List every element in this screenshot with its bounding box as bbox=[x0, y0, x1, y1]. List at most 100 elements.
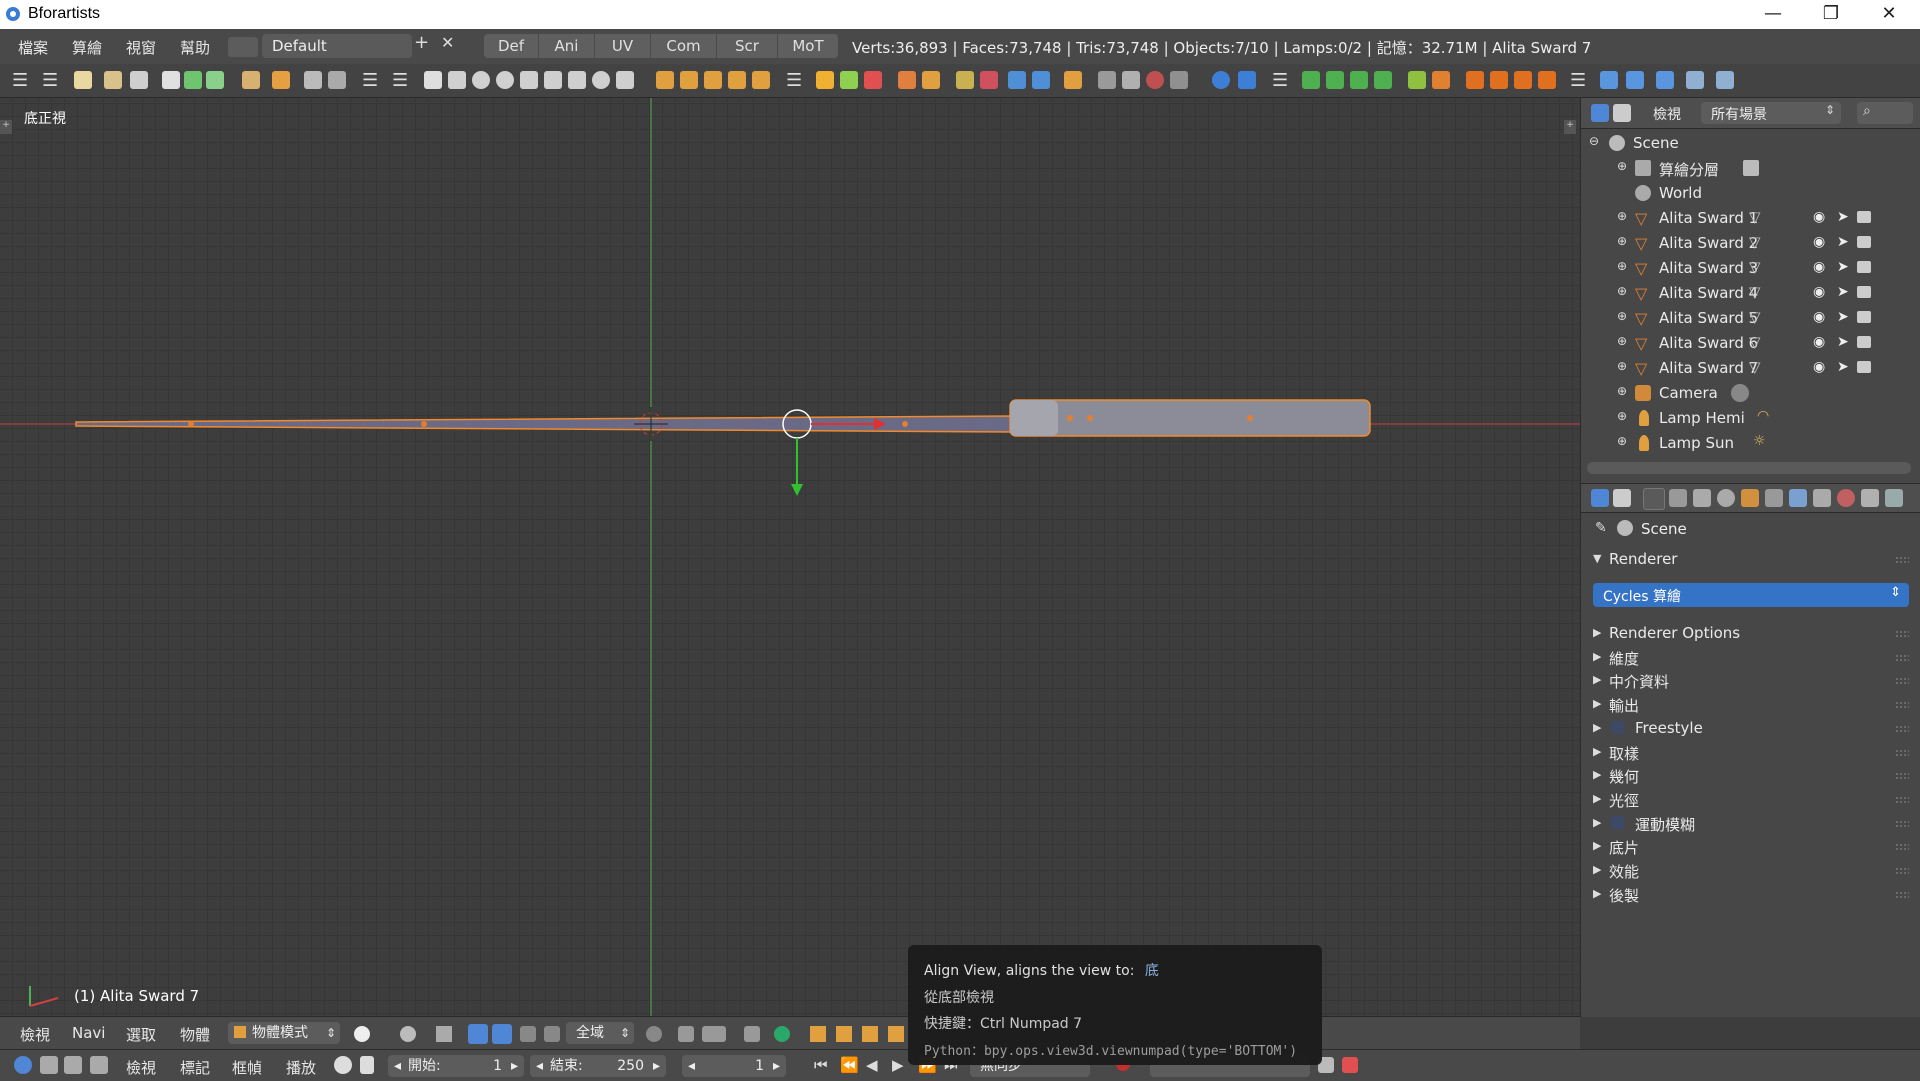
expand-icon[interactable]: ⊕ bbox=[1617, 334, 1627, 348]
graph-editor-icon[interactable] bbox=[40, 1056, 58, 1074]
expand-icon[interactable]: ⊕ bbox=[1617, 159, 1627, 173]
tab-mot[interactable]: MoT bbox=[778, 34, 838, 58]
selectable-cursor-icon[interactable]: ➤ bbox=[1837, 359, 1849, 375]
add-uv-sphere-icon[interactable] bbox=[496, 71, 514, 89]
viewport-menu-view[interactable]: 檢視 bbox=[20, 1024, 50, 1045]
add-ico-sphere-icon[interactable] bbox=[520, 71, 538, 89]
renderable-camera-icon[interactable] bbox=[1857, 286, 1871, 298]
transform-icon[interactable] bbox=[544, 1026, 560, 1042]
panel-collapsed[interactable]: ▶ 後製 bbox=[1581, 881, 1920, 910]
join-icon[interactable] bbox=[1064, 71, 1082, 89]
new-file-icon[interactable] bbox=[74, 71, 92, 89]
render-preview-icon[interactable] bbox=[774, 1026, 790, 1042]
expand-icon[interactable]: ⊕ bbox=[1617, 234, 1627, 248]
render-tab-icon[interactable] bbox=[1643, 488, 1665, 510]
panel-enable-checkbox[interactable] bbox=[1611, 720, 1624, 734]
outliner-scrollbar[interactable] bbox=[1587, 462, 1911, 474]
selectable-cursor-icon[interactable]: ➤ bbox=[1837, 234, 1849, 250]
separator-menu-icon[interactable]: ☰ bbox=[362, 70, 378, 91]
viewport-menu-navi[interactable]: Navi bbox=[72, 1024, 105, 1042]
particles-tab-icon[interactable] bbox=[1885, 489, 1903, 507]
add-empty-icon[interactable] bbox=[728, 71, 746, 89]
outliner-search-input[interactable]: ⌕ bbox=[1857, 102, 1913, 124]
visibility-eye-icon[interactable]: ◉ bbox=[1813, 259, 1825, 275]
group-add-icon[interactable] bbox=[840, 71, 858, 89]
menu-help[interactable]: 幫助 bbox=[180, 37, 210, 58]
outliner-item-render-layers[interactable]: ⊕ 算繪分層 bbox=[1581, 156, 1920, 181]
outliner-item-object[interactable]: ⊕ ▽ Alita Sward 7 ▽ ◉ ➤ bbox=[1581, 356, 1920, 381]
render-animation-icon[interactable] bbox=[328, 71, 346, 89]
panel-enable-checkbox[interactable] bbox=[1611, 815, 1624, 829]
expand-icon[interactable]: ⊕ bbox=[1617, 259, 1627, 273]
view-toggle-icon[interactable] bbox=[1686, 71, 1704, 89]
arrow-left-icon[interactable]: ◂ bbox=[394, 1055, 401, 1077]
object-tab-icon[interactable] bbox=[1741, 489, 1759, 507]
viewport-menu-object[interactable]: 物體 bbox=[180, 1024, 210, 1045]
menu-file[interactable]: 檔案 bbox=[18, 37, 48, 58]
jump-keyframe-back-icon[interactable]: ⏪ bbox=[840, 1056, 859, 1074]
separator-menu-icon-3[interactable]: ☰ bbox=[786, 70, 802, 91]
outliner-item-object[interactable]: ⊕ ▽ Alita Sward 3 ▽ ◉ ➤ bbox=[1581, 256, 1920, 281]
import-icon[interactable] bbox=[184, 71, 202, 89]
arrow-left-icon[interactable]: ◂ bbox=[688, 1055, 695, 1077]
visibility-eye-icon[interactable]: ◉ bbox=[1813, 234, 1825, 250]
opengl-render-anim-icon[interactable] bbox=[836, 1026, 852, 1042]
interaction-mode-dropdown[interactable]: 物體模式 ⇕ bbox=[228, 1022, 340, 1044]
maximize-button[interactable]: ❐ bbox=[1802, 0, 1860, 29]
opengl-render-icon[interactable] bbox=[810, 1026, 826, 1042]
outliner-item-camera[interactable]: ⊕ Camera bbox=[1581, 381, 1920, 406]
translate-manipulator-icon[interactable] bbox=[468, 1024, 488, 1044]
visibility-eye-icon[interactable]: ◉ bbox=[1813, 209, 1825, 225]
panel-renderer[interactable]: ▼ Renderer bbox=[1581, 546, 1920, 575]
timeline-menu-playback[interactable]: 播放 bbox=[286, 1057, 316, 1078]
material-tab-icon[interactable] bbox=[1837, 489, 1855, 507]
viewport-menu-select[interactable]: 選取 bbox=[126, 1024, 156, 1045]
arrow-right-icon[interactable]: ▸ bbox=[653, 1055, 660, 1077]
screen-layout-field[interactable]: Default bbox=[262, 34, 412, 58]
renderable-camera-icon[interactable] bbox=[1857, 311, 1871, 323]
outliner-item-world[interactable]: World bbox=[1581, 181, 1920, 206]
time-icon[interactable] bbox=[334, 1056, 352, 1074]
apply-scale-icon[interactable] bbox=[1350, 71, 1368, 89]
drag-grip-icon[interactable] bbox=[1895, 819, 1909, 828]
unparent-icon[interactable] bbox=[922, 71, 940, 89]
delete-layout-icon[interactable]: ✕ bbox=[441, 33, 454, 52]
drag-grip-icon[interactable] bbox=[1895, 653, 1909, 662]
mirror-icon[interactable] bbox=[1008, 71, 1026, 89]
drag-grip-icon[interactable] bbox=[1895, 748, 1909, 757]
outliner-item-object[interactable]: ⊕ ▽ Alita Sward 5 ▽ ◉ ➤ bbox=[1581, 306, 1920, 331]
add-layout-icon[interactable]: + bbox=[414, 32, 429, 53]
nla-icon[interactable] bbox=[90, 1056, 108, 1074]
delete-keyframe-icon[interactable] bbox=[1342, 1057, 1358, 1073]
parent-icon[interactable] bbox=[898, 71, 916, 89]
editor-type-icon[interactable] bbox=[14, 1056, 32, 1074]
end-frame-field[interactable]: ◂ 結束: 250 ▸ bbox=[530, 1055, 666, 1077]
drag-grip-icon[interactable] bbox=[1895, 724, 1909, 733]
selectable-cursor-icon[interactable]: ➤ bbox=[1837, 334, 1849, 350]
toolshelf-toggle-icon[interactable]: + bbox=[0, 120, 12, 134]
selectable-cursor-icon[interactable]: ➤ bbox=[1837, 309, 1849, 325]
view-side-icon[interactable] bbox=[1626, 71, 1644, 89]
expand-icon[interactable]: ⊕ bbox=[1617, 309, 1627, 323]
scale-manipulator-icon[interactable] bbox=[520, 1026, 536, 1042]
proportional-edit-icon[interactable] bbox=[678, 1026, 694, 1042]
add-cylinder-icon[interactable] bbox=[544, 71, 562, 89]
render-icon[interactable] bbox=[862, 1026, 878, 1042]
snap-target-icon[interactable] bbox=[744, 1026, 760, 1042]
open-recent-icon[interactable] bbox=[130, 71, 148, 89]
renderable-camera-icon[interactable] bbox=[1857, 361, 1871, 373]
tab-com[interactable]: Com bbox=[651, 34, 716, 58]
view-camera-icon[interactable] bbox=[1656, 71, 1674, 89]
hide-icon[interactable] bbox=[1212, 71, 1230, 89]
append-icon[interactable] bbox=[272, 71, 290, 89]
arrow-left-icon[interactable]: ◂ bbox=[536, 1055, 543, 1077]
add-armature-icon[interactable] bbox=[680, 71, 698, 89]
view-front-icon[interactable] bbox=[1600, 71, 1618, 89]
group-remove-icon[interactable] bbox=[864, 71, 882, 89]
render-layer-icon[interactable] bbox=[1098, 71, 1116, 89]
jump-start-icon[interactable]: ⏮ bbox=[814, 1056, 828, 1074]
camera-fly-icon[interactable] bbox=[1170, 71, 1188, 89]
tab-def[interactable]: Def bbox=[484, 34, 538, 58]
manipulator-toggle-icon[interactable] bbox=[436, 1026, 452, 1042]
expand-icon[interactable]: ⊕ bbox=[1617, 384, 1627, 398]
